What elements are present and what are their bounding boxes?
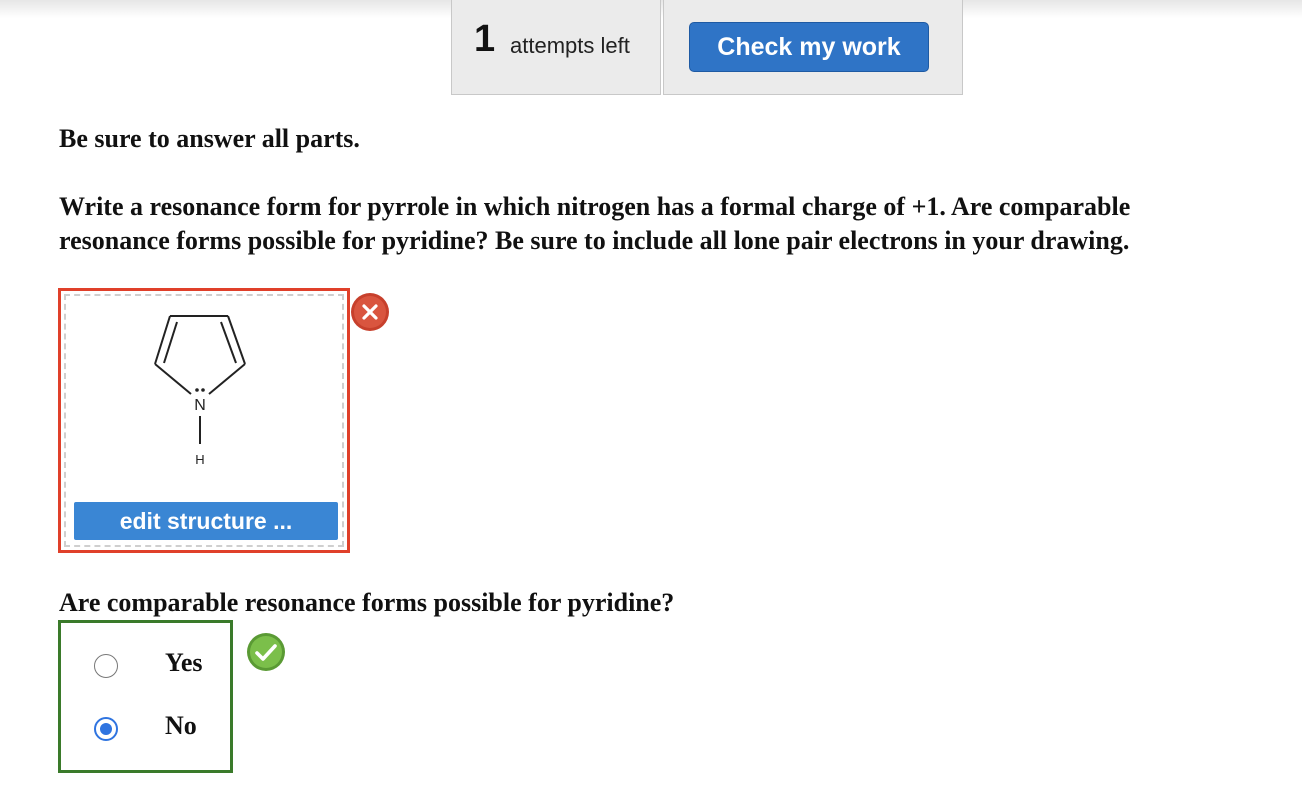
check-my-work-button[interactable]: Check my work [689,22,929,72]
structure-drawing-inner: N H edit structure ... [64,294,344,547]
atom-n-label: N [194,397,206,414]
option-yes[interactable]: Yes [61,646,231,686]
part2-question: Are comparable resonance forms possible … [59,588,675,617]
option-no[interactable]: No [61,709,231,749]
checkmark-icon [247,633,285,671]
question-line-2: resonance forms possible for pyridine? B… [59,226,1130,255]
attempts-label: attempts left [510,33,630,58]
question-text: Write a resonance form for pyrrole in wh… [59,190,1289,258]
question-line-1: Write a resonance form for pyrrole in wh… [59,192,1131,221]
radio-no[interactable] [94,717,118,741]
structure-drawing-area[interactable]: N H edit structure ... [58,288,350,553]
option-yes-label: Yes [165,648,203,677]
attempts-panel: 1 attempts left [451,0,661,95]
instructions: Be sure to answer all parts. [59,124,360,153]
close-icon [351,293,389,331]
attempts-count: 1 [474,18,496,60]
atom-h-label: H [195,452,204,467]
edit-structure-button[interactable]: edit structure ... [74,502,338,540]
check-panel: Check my work [663,0,963,95]
answer-options: Yes No [58,620,233,773]
radio-yes[interactable] [94,654,118,678]
pyrrole-structure: N H [154,315,246,467]
option-no-label: No [165,711,197,740]
